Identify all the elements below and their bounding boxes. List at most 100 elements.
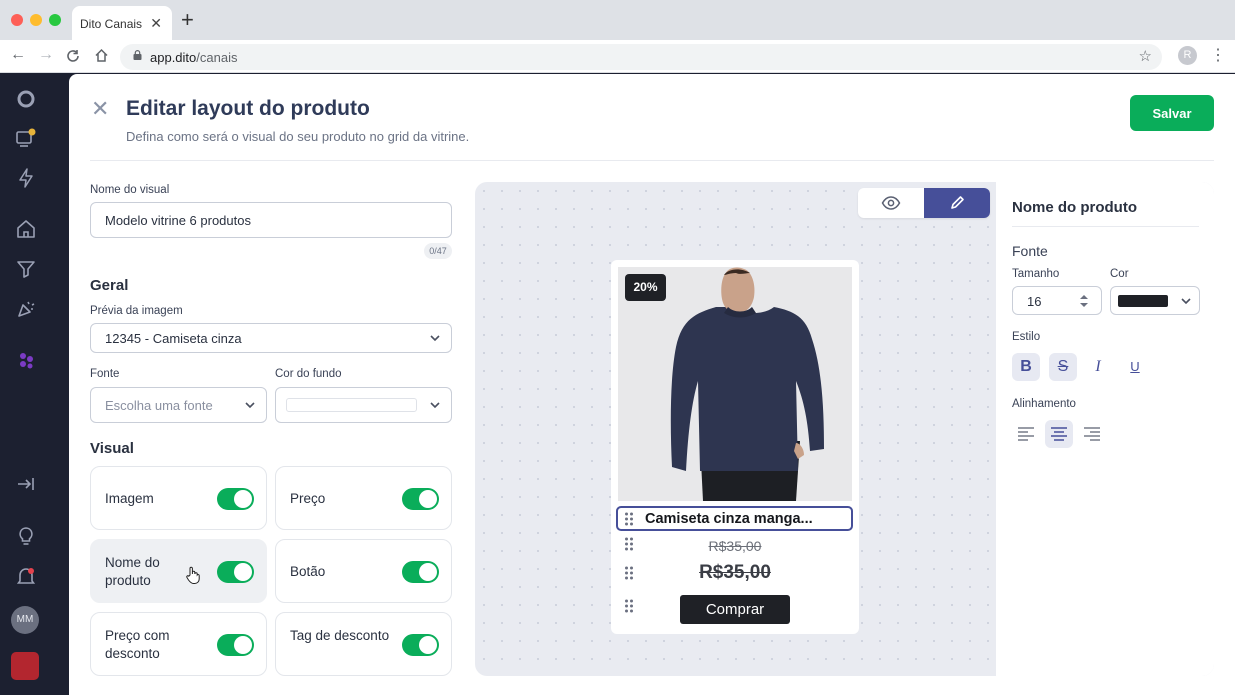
funnel-icon[interactable] xyxy=(15,258,37,280)
underline-button[interactable]: U xyxy=(1121,353,1149,381)
toggle-card-price[interactable]: Preço xyxy=(275,466,452,530)
properties-divider xyxy=(1012,226,1199,227)
back-icon[interactable]: ← xyxy=(10,46,26,64)
browser-tab[interactable]: Dito Canais ✕ xyxy=(72,6,172,40)
font-select[interactable]: Escolha uma fonte xyxy=(90,387,267,423)
toggle-card-image[interactable]: Imagem xyxy=(90,466,267,530)
page-title: Editar layout do produto xyxy=(126,97,370,120)
visual-name-label: Nome do visual xyxy=(90,184,170,196)
align-right-button[interactable] xyxy=(1078,420,1106,448)
bg-color-select[interactable] xyxy=(275,387,452,423)
discount-tag-toggle[interactable] xyxy=(402,634,439,656)
new-tab-icon[interactable]: + xyxy=(181,9,194,31)
chevron-down-icon xyxy=(1181,298,1191,305)
buy-button[interactable]: Comprar xyxy=(680,595,790,624)
product-name-text: Camiseta cinza manga... xyxy=(645,511,813,527)
image-toggle[interactable] xyxy=(217,488,254,510)
product-photo xyxy=(618,267,852,501)
drag-handle-icon[interactable] xyxy=(624,599,634,613)
properties-title: Nome do produto xyxy=(1012,199,1137,216)
font-color-select[interactable] xyxy=(1110,286,1200,315)
font-label: Fonte xyxy=(90,368,120,380)
toggle-label: Preço com desconto xyxy=(105,628,170,661)
address-bar[interactable]: app.dito/canais ☆ xyxy=(120,44,1162,70)
price-toggle[interactable] xyxy=(402,488,439,510)
strikethrough-button[interactable]: S xyxy=(1049,353,1077,381)
url-text: app.dito/canais xyxy=(150,50,238,65)
image-preview-select[interactable]: 12345 - Camiseta cinza xyxy=(90,323,452,353)
tab-title: Dito Canais xyxy=(80,17,143,31)
visual-section-title: Visual xyxy=(90,440,134,457)
toggle-card-discount-price[interactable]: Preço com desconto xyxy=(90,612,267,676)
char-counter: 0/47 xyxy=(424,243,452,259)
drag-handle-icon[interactable] xyxy=(624,512,634,526)
align-right-icon xyxy=(1084,427,1100,441)
bg-color-label: Cor do fundo xyxy=(275,368,342,380)
toggle-card-discount-tag[interactable]: Tag de desconto xyxy=(275,612,452,676)
general-section-title: Geral xyxy=(90,277,129,294)
hand-cursor-icon xyxy=(186,566,200,584)
toggle-label: Imagem xyxy=(105,491,154,506)
maximize-window-icon[interactable] xyxy=(49,14,61,26)
reload-icon[interactable] xyxy=(66,49,80,63)
dito-logo-icon[interactable] xyxy=(15,88,37,110)
font-placeholder: Escolha uma fonte xyxy=(105,398,213,413)
align-center-icon xyxy=(1051,427,1067,441)
profile-avatar[interactable]: R xyxy=(1178,46,1197,65)
lightbulb-icon[interactable] xyxy=(15,525,37,547)
stepper-arrows-icon[interactable] xyxy=(1079,294,1089,308)
sale-price[interactable]: R$35,00 xyxy=(611,562,859,584)
chevron-down-icon xyxy=(245,402,255,409)
browser-menu-icon[interactable]: ⋮ xyxy=(1210,45,1226,65)
visual-name-input[interactable] xyxy=(90,202,452,238)
properties-panel: Nome do produto Fonte Tamanho Cor 16 Est… xyxy=(996,182,1214,676)
view-mode-toggle xyxy=(858,188,990,218)
product-name-toggle[interactable] xyxy=(217,561,254,583)
forward-icon[interactable]: → xyxy=(38,46,54,64)
header-divider xyxy=(90,160,1214,161)
product-card-preview: 20% Camiseta cinza manga... R$35,00 R$35… xyxy=(611,260,859,634)
discount-badge[interactable]: 20% xyxy=(625,274,666,301)
product-name-row[interactable]: Camiseta cinza manga... xyxy=(616,506,853,531)
image-preview-value: 12345 - Camiseta cinza xyxy=(105,331,242,346)
image-preview-label: Prévia da imagem xyxy=(90,305,183,317)
bold-button[interactable]: B xyxy=(1012,353,1040,381)
close-icon[interactable]: ✕ xyxy=(91,98,109,120)
save-button[interactable]: Salvar xyxy=(1130,95,1214,131)
home-icon[interactable] xyxy=(94,48,109,63)
page-subtitle: Defina como será o visual do seu produto… xyxy=(126,129,470,144)
toggle-card-product-name[interactable]: Nome do produto xyxy=(90,539,267,603)
notification-bell-icon[interactable] xyxy=(15,565,37,587)
button-toggle[interactable] xyxy=(402,561,439,583)
toggle-label: Preço xyxy=(290,491,326,506)
home-nav-icon[interactable] xyxy=(15,218,37,240)
channels-icon[interactable] xyxy=(15,127,37,149)
product-image[interactable]: 20% xyxy=(618,267,852,501)
align-left-button[interactable] xyxy=(1012,420,1040,448)
lightning-icon[interactable] xyxy=(15,167,37,189)
font-size-stepper[interactable]: 16 xyxy=(1012,286,1102,315)
app-sidebar: MM xyxy=(0,74,52,695)
font-color-swatch xyxy=(1118,295,1168,307)
preview-mode-button[interactable] xyxy=(858,188,924,218)
store-logo[interactable] xyxy=(11,652,39,680)
align-center-button[interactable] xyxy=(1045,420,1073,448)
old-price[interactable]: R$35,00 xyxy=(611,538,859,554)
toggle-card-button[interactable]: Botão xyxy=(275,539,452,603)
minimize-window-icon[interactable] xyxy=(30,14,42,26)
expand-sidebar-icon[interactable] xyxy=(15,473,37,495)
campaign-icon[interactable] xyxy=(15,298,37,320)
chevron-down-icon xyxy=(430,402,440,409)
italic-button[interactable]: I xyxy=(1084,353,1112,381)
lock-icon xyxy=(133,50,142,60)
apps-grid-icon[interactable] xyxy=(15,349,37,371)
user-avatar[interactable]: MM xyxy=(11,606,39,634)
size-label: Tamanho xyxy=(1012,268,1060,280)
align-left-icon xyxy=(1018,427,1034,441)
bg-color-swatch xyxy=(286,398,417,412)
tab-close-icon[interactable]: ✕ xyxy=(150,15,162,32)
edit-mode-button[interactable] xyxy=(924,188,990,218)
discount-price-toggle[interactable] xyxy=(217,634,254,656)
close-window-icon[interactable] xyxy=(11,14,23,26)
bookmark-star-icon[interactable]: ☆ xyxy=(1139,47,1152,65)
